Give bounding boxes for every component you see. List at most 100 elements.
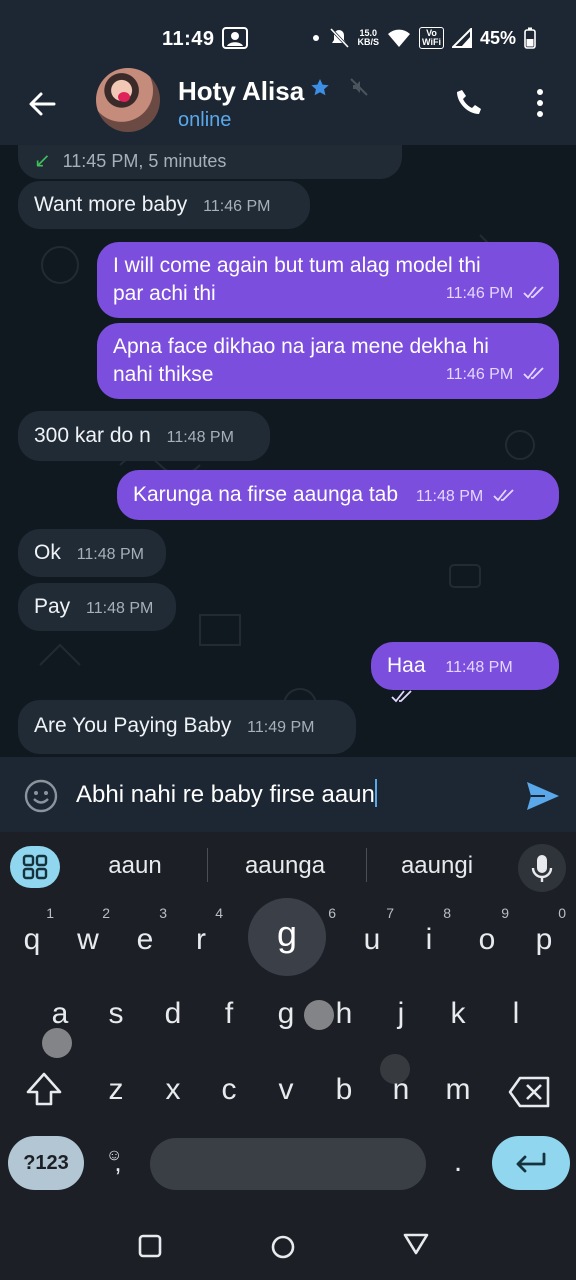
message-bubble[interactable]: Haa 11:48 PM [371,642,559,703]
double-check-icon [523,367,544,380]
message-text: Pay [34,595,71,618]
key-z[interactable]: z [92,1064,140,1116]
do-not-disturb-icon [329,27,349,49]
key-r[interactable]: r4 [177,906,225,966]
key-v[interactable]: v [262,1064,310,1116]
message-meta: 11:46 PM [446,278,545,308]
message-time: 11:48 PM [86,600,154,617]
key-d[interactable]: d [149,988,197,1040]
key-q[interactable]: q1 [8,906,56,966]
key-x[interactable]: x [149,1064,197,1116]
comma-key[interactable]: ☺ , [94,1136,142,1188]
message-text: Apna face dikhao na jara mene dekha hi [113,335,489,358]
touch-indicator [42,1028,72,1058]
contact-avatar[interactable] [96,68,160,132]
message-input[interactable]: Abhi nahi re baby firse aaun [76,779,377,809]
message-bubble[interactable]: Karunga na firse aaunga tab 11:48 PM [117,470,559,520]
key-j[interactable]: j [377,988,425,1040]
key-l[interactable]: l [492,988,540,1040]
back-icon[interactable] [402,1232,430,1256]
message-bubble[interactable]: Are You Paying Baby 11:49 PM [18,700,356,754]
key-u[interactable]: u7 [348,906,396,966]
double-check-icon [493,489,514,502]
status-left-icons [222,27,248,49]
back-arrow-icon[interactable] [26,88,58,120]
shift-icon[interactable] [20,1066,68,1114]
key-k[interactable]: k [434,988,482,1040]
message-time: 11:46 PM [203,198,271,215]
muted-icon [350,78,368,96]
phone-call-icon[interactable] [454,88,484,118]
period-key[interactable]: . [434,1136,482,1188]
space-bar[interactable] [150,1138,426,1190]
key-m[interactable]: m [434,1064,482,1116]
incoming-call-arrow-icon: ↙ [34,150,51,172]
contact-status: online [178,109,232,131]
wifi-icon [388,29,411,47]
emoji-icon[interactable] [24,779,58,813]
key-w[interactable]: w2 [64,906,112,966]
message-time: 11:49 PM [247,719,315,736]
key-f[interactable]: f [205,988,253,1040]
battery-percent: 45% [479,27,516,48]
message-bubble[interactable]: 300 kar do n 11:48 PM [18,411,270,461]
double-check-icon [391,690,412,703]
message-bubble[interactable]: Apna face dikhao na jara mene dekha hi n… [97,323,559,399]
keyboard-menu-button[interactable] [10,846,60,888]
emoji-hint-icon: ☺ [106,1147,123,1164]
signal-icon [451,28,472,48]
message-text: Karunga na firse aaunga tab [133,483,399,506]
voice-input-button[interactable] [518,844,566,892]
vowifi-badge: Vo WiFi [419,27,444,49]
suggestion-3[interactable]: aaungi [362,852,512,880]
suggestion-1[interactable]: aaun [60,852,210,880]
touch-indicator [304,1000,334,1030]
key-g[interactable]: g [262,988,310,1040]
message-text: Ok [34,541,61,564]
message-bubble[interactable]: I will come again but tum alag model thi… [97,242,559,318]
backspace-icon[interactable] [506,1068,554,1116]
call-info-bubble[interactable]: ↙ 11:45 PM, 5 minutes [18,145,402,179]
grid-icon [22,854,48,880]
message-text: Haa [387,654,426,677]
suggestion-divider [207,848,208,882]
message-time: 11:48 PM [76,546,144,563]
message-time: 11:48 PM [166,429,234,446]
text-caret [374,779,377,807]
recents-icon[interactable] [138,1234,162,1258]
message-text: Are You Paying Baby [34,714,232,737]
message-bubble[interactable]: Want more baby 11:46 PM [18,181,310,229]
message-bubble[interactable]: Ok 11:48 PM [18,529,166,577]
status-bar: 11:49 15.0 KB/S Vo WiFi 45% [0,0,576,72]
premium-star-icon [311,79,329,96]
key-o[interactable]: o9 [463,906,511,966]
status-right-icons: 15.0 KB/S Vo WiFi 45% [312,27,536,49]
message-bubble[interactable]: Pay 11:48 PM [18,583,176,631]
key-preview-popup: g [248,898,326,976]
enter-icon [516,1152,546,1173]
dot-icon [312,35,319,41]
battery-icon [524,27,536,49]
message-text: 300 kar do n [34,424,151,447]
home-icon[interactable] [270,1234,296,1260]
message-input-value: Abhi nahi re baby firse aaun [76,781,375,808]
more-options-icon[interactable] [536,88,544,118]
send-icon[interactable] [526,781,560,811]
key-i[interactable]: i8 [405,906,453,966]
suggestion-2[interactable]: aaunga [210,852,360,880]
microphone-icon [531,855,553,882]
avatar-lip-sticker [118,92,130,102]
message-list[interactable]: ↙ 11:45 PM, 5 minutes Want more baby 11:… [0,145,576,757]
key-s[interactable]: s [92,988,140,1040]
contact-name[interactable]: Hoty Alisa [178,76,304,107]
status-time: 11:49 [162,28,215,50]
key-b[interactable]: b [320,1064,368,1116]
message-time: 11:48 PM [415,488,484,505]
call-info-text: 11:45 PM, 5 minutes [62,151,227,171]
enter-key[interactable] [492,1136,570,1190]
key-p[interactable]: p0 [520,906,568,966]
key-c[interactable]: c [205,1064,253,1116]
symbols-key[interactable]: ?123 [8,1136,84,1190]
net-speed: 15.0 KB/S [357,28,380,47]
key-e[interactable]: e3 [121,906,169,966]
